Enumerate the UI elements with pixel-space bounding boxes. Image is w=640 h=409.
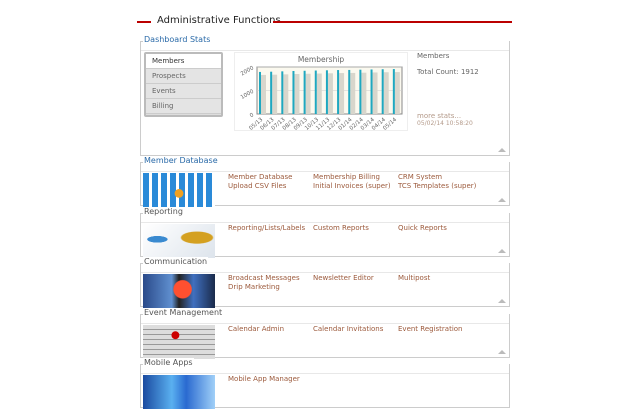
section-label: Event Management	[143, 308, 224, 317]
tab-prospects[interactable]: Prospects	[146, 69, 221, 84]
member-database-image	[143, 173, 215, 207]
membership-chart: Membership 0 1000 2000 05/13 06/13 07/13 08/13 0…	[234, 52, 408, 132]
collapse-icon[interactable]	[498, 148, 506, 152]
nav-link[interactable]: Initial Invoices (super)	[313, 182, 391, 190]
y-tick-label: 1000	[240, 89, 256, 101]
tab-members[interactable]: Members	[146, 54, 221, 69]
bar-shadow	[316, 73, 322, 114]
section-label: Mobile Apps	[143, 358, 194, 367]
stats-summary: Members Total Count: 1912 more stats... …	[417, 52, 479, 127]
bar	[303, 70, 306, 114]
bar-shadow	[327, 73, 333, 114]
tab-billing[interactable]: Billing	[146, 99, 221, 114]
reporting-panel: Reporting Reporting/Lists/Labels Custom R…	[140, 207, 510, 258]
divider	[137, 21, 151, 23]
bar-shadow	[339, 73, 345, 114]
collapse-icon[interactable]	[498, 350, 506, 354]
bar	[259, 71, 261, 114]
more-stats-link[interactable]: more stats...	[417, 112, 461, 120]
nav-link[interactable]: Upload CSV Files	[228, 182, 286, 190]
bar-shadow	[294, 73, 300, 114]
nav-link[interactable]: Newsletter Editor	[313, 274, 374, 282]
nav-link[interactable]: Reporting/Lists/Labels	[228, 224, 305, 232]
bar	[281, 71, 284, 114]
stats-title: Members	[417, 52, 450, 60]
communication-image	[143, 274, 215, 308]
bar	[337, 70, 340, 114]
bar	[270, 71, 273, 114]
nav-link[interactable]: Quick Reports	[398, 224, 447, 232]
bar	[314, 70, 317, 114]
section-label: Dashboard Stats	[143, 35, 212, 44]
divider	[273, 21, 512, 23]
bar-shadow	[372, 72, 378, 114]
collapse-icon[interactable]	[498, 249, 506, 253]
chart-svg: Membership01000200005/1306/1307/1308/130…	[240, 55, 403, 132]
nav-link[interactable]: Custom Reports	[313, 224, 369, 232]
tab-events[interactable]: Events	[146, 84, 221, 99]
bar	[292, 70, 295, 114]
bar-shadow	[350, 72, 356, 114]
section-label: Member Database	[143, 156, 219, 165]
bar-shadow	[383, 72, 389, 114]
nav-link[interactable]: Membership Billing	[313, 173, 380, 181]
nav-link[interactable]: Calendar Admin	[228, 325, 284, 333]
nav-link[interactable]: Member Database	[228, 173, 292, 181]
bar-shadow	[272, 74, 278, 114]
collapse-icon[interactable]	[498, 299, 506, 303]
bar	[359, 69, 362, 114]
mobile-apps-panel: Mobile Apps Mobile App Manager	[140, 358, 510, 409]
dashboard-stats-panel: Dashboard Stats Members Prospects Events…	[140, 35, 510, 156]
stats-tabs: Members Prospects Events Billing	[144, 52, 223, 117]
nav-link[interactable]: Multipost	[398, 274, 430, 282]
y-tick-label: 0	[249, 112, 255, 119]
bar	[381, 69, 384, 114]
nav-link[interactable]: Broadcast Messages	[228, 274, 300, 282]
bar-shadow	[361, 72, 367, 114]
page-header: Administrative Functions	[137, 14, 512, 30]
event-management-panel: Event Management Calendar Admin Calendar …	[140, 308, 510, 359]
reporting-image	[143, 224, 215, 258]
nav-link[interactable]: Event Registration	[398, 325, 463, 333]
member-database-panel: Member Database Member Database Upload CS…	[140, 156, 510, 207]
mobile-apps-image	[143, 375, 215, 409]
bar	[348, 69, 351, 114]
timestamp: 05/02/14 10:58:20	[417, 120, 473, 127]
section-label: Reporting	[143, 207, 184, 216]
communication-panel: Communication Broadcast Messages Drip Mar…	[140, 257, 510, 308]
nav-link[interactable]: Calendar Invitations	[313, 325, 383, 333]
nav-link[interactable]: TCS Templates (super)	[398, 182, 476, 190]
section-label: Communication	[143, 257, 209, 266]
nav-link[interactable]: CRM System	[398, 173, 442, 181]
collapse-icon[interactable]	[498, 198, 506, 202]
bar-shadow	[305, 73, 311, 114]
event-management-image	[143, 325, 215, 359]
y-tick-label: 2000	[240, 65, 256, 77]
bar	[325, 70, 328, 114]
bar-shadow	[394, 72, 400, 114]
page-title: Administrative Functions	[157, 15, 281, 26]
bar	[370, 69, 373, 114]
total-count: Total Count: 1912	[417, 68, 479, 76]
bar	[392, 69, 395, 114]
nav-link[interactable]: Mobile App Manager	[228, 375, 300, 383]
bar-shadow	[261, 74, 266, 114]
chart-title: Membership	[298, 55, 345, 64]
nav-link[interactable]: Drip Marketing	[228, 283, 280, 291]
bar-shadow	[283, 74, 289, 114]
